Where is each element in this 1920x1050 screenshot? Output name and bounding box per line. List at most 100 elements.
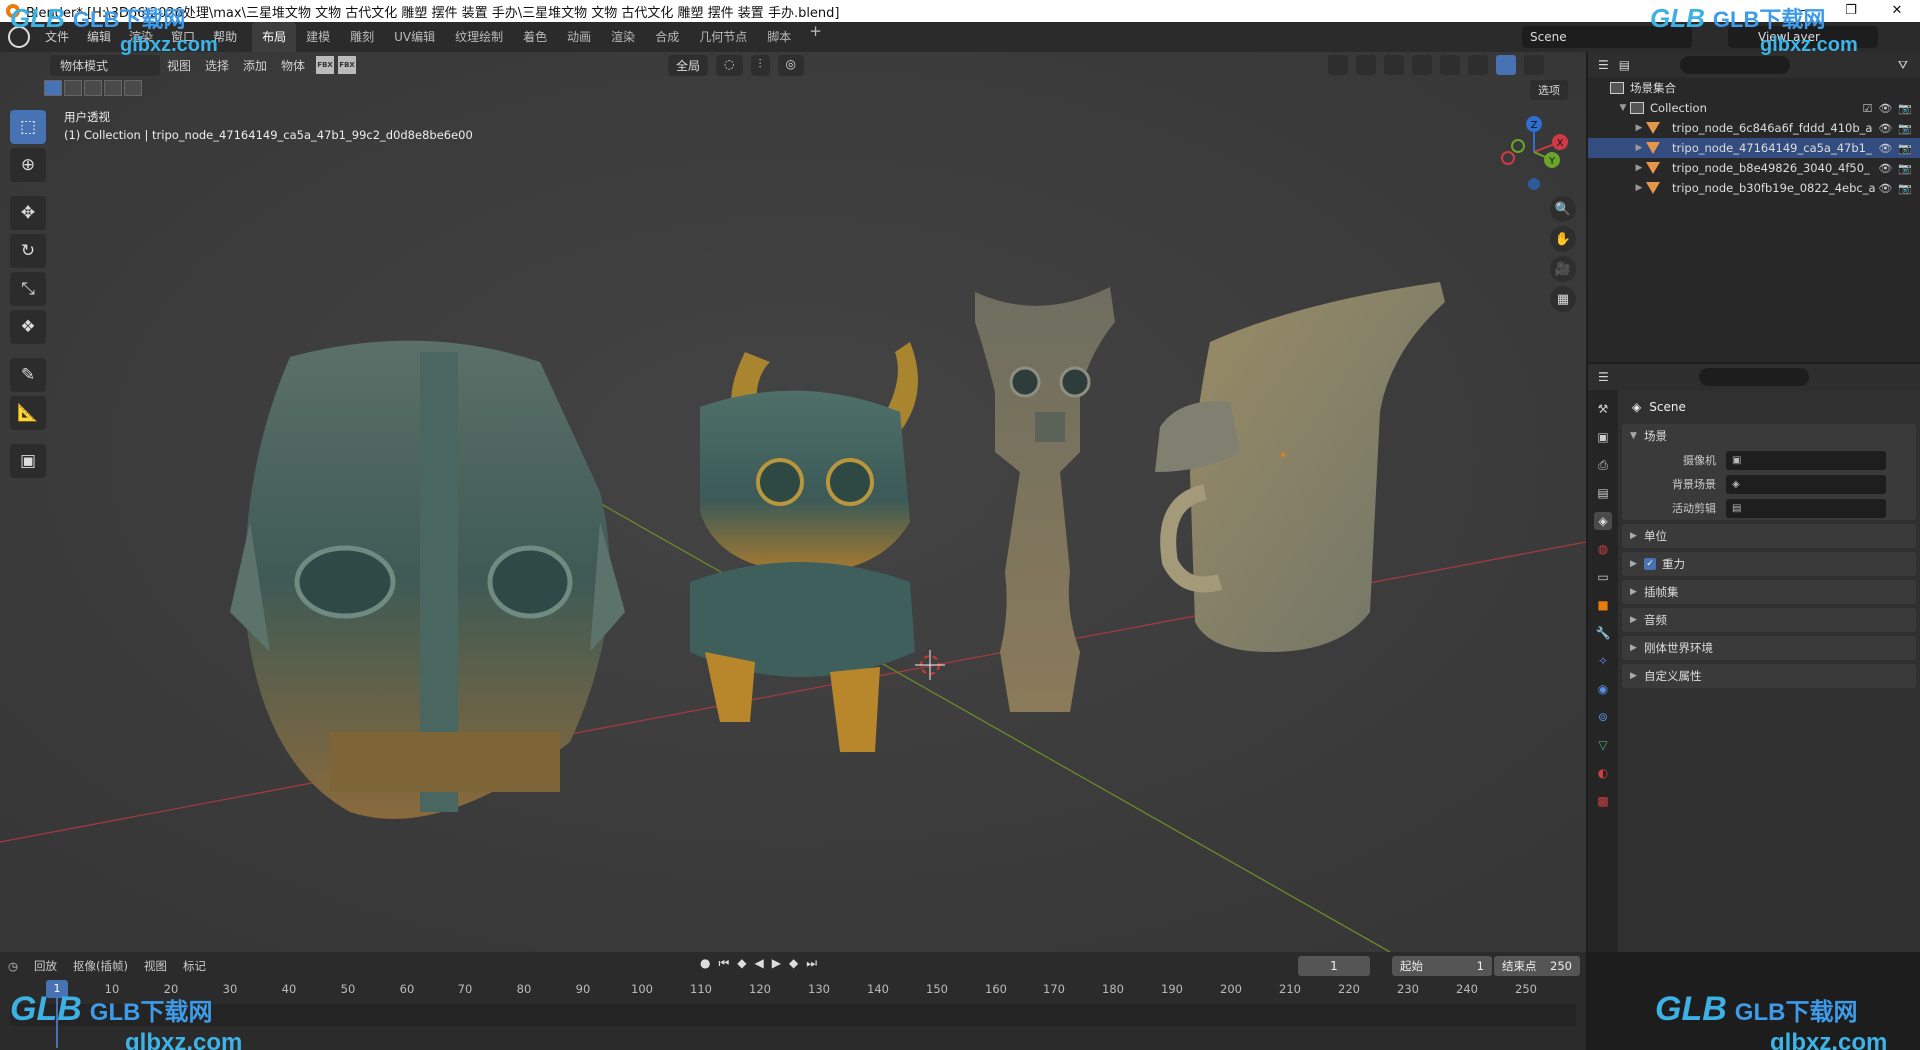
jump-start-icon[interactable]: ⏮ xyxy=(718,956,729,971)
gravity-panel[interactable]: ▶ ✓ 重力 xyxy=(1622,552,1916,576)
expand-arrow-icon[interactable]: ▼ xyxy=(1616,103,1630,113)
tab-scripting[interactable]: 脚本 xyxy=(757,22,801,52)
camera-icon[interactable]: 📷 xyxy=(1898,162,1912,175)
filter-icon[interactable]: ⛛ xyxy=(1898,58,1908,73)
transform-orientation-dropdown[interactable]: 全局 xyxy=(668,55,709,76)
navigation-gizmo[interactable]: Z X Y xyxy=(1494,112,1574,192)
tab-uv-editing[interactable]: UV编辑 xyxy=(384,22,445,52)
wireframe-shading-icon[interactable] xyxy=(1440,55,1460,75)
render-tab-icon[interactable]: ▣ xyxy=(1594,428,1612,446)
tab-sculpting[interactable]: 雕刻 xyxy=(340,22,384,52)
tab-compositing[interactable]: 合成 xyxy=(645,22,689,52)
active-clip-field[interactable]: ▤ xyxy=(1726,498,1886,518)
gizmo-neg-y-icon[interactable] xyxy=(1511,139,1525,153)
move-tool-icon[interactable]: ✥ xyxy=(10,196,46,230)
minimize-button[interactable]: — xyxy=(1782,0,1828,22)
measure-tool-icon[interactable]: 📐 xyxy=(10,396,46,430)
ortho-grid-icon[interactable]: ▦ xyxy=(1550,286,1576,312)
eye-icon[interactable]: 👁 xyxy=(1878,122,1892,135)
keying-sets-panel[interactable]: ▶ 插帧集 xyxy=(1622,580,1916,604)
zoom-icon[interactable]: 🔍 xyxy=(1550,196,1576,222)
tab-rendering[interactable]: 渲染 xyxy=(601,22,645,52)
outliner-object-row[interactable]: ▶ tripo_node_b8e49826_3040_4f50_ 👁 📷 xyxy=(1588,158,1920,178)
current-frame-field[interactable]: 1 xyxy=(1298,956,1370,976)
menu-file[interactable]: 文件 xyxy=(36,22,78,52)
cursor-tool-icon[interactable]: ⊕ xyxy=(10,148,46,182)
object-tab-icon[interactable]: ■ xyxy=(1594,596,1612,614)
camera-icon[interactable]: 📷 xyxy=(1898,142,1912,155)
editor-type-icon[interactable]: ☰ xyxy=(1598,370,1609,384)
modifier-tab-icon[interactable]: 🔧 xyxy=(1594,624,1612,642)
add-workspace-button[interactable]: + xyxy=(801,22,830,52)
end-frame-field[interactable]: 结束点 250 xyxy=(1494,956,1580,976)
physics-tab-icon[interactable]: ◉ xyxy=(1594,680,1612,698)
eye-icon[interactable]: 👁 xyxy=(1878,182,1892,195)
fbx-export-icon[interactable]: FBX xyxy=(338,56,357,74)
scale-tool-icon[interactable]: ⤡ xyxy=(10,272,46,306)
expand-arrow-icon[interactable]: ▶ xyxy=(1632,123,1646,133)
outliner-root-row[interactable]: 场景集合 xyxy=(1588,78,1920,98)
scene-panel-header[interactable]: ▼ 场景 xyxy=(1622,424,1916,448)
menu-select[interactable]: 选择 xyxy=(198,57,236,74)
custom-properties-panel[interactable]: ▶ 自定义属性 xyxy=(1622,664,1916,688)
select-invert-icon[interactable] xyxy=(104,80,122,96)
tool-tab-icon[interactable]: ⚒ xyxy=(1594,400,1612,418)
gizmo-toggle-icon[interactable] xyxy=(1356,55,1376,75)
play-reverse-icon[interactable]: ◀ xyxy=(755,956,764,971)
options-dropdown[interactable]: 选项 xyxy=(1530,80,1568,100)
rigid-body-world-panel[interactable]: ▶ 刚体世界环境 xyxy=(1622,636,1916,660)
eye-icon[interactable]: 👁 xyxy=(1878,142,1892,155)
menu-render[interactable]: 渲染 xyxy=(120,22,162,52)
checkbox-icon[interactable]: ☑ xyxy=(1862,102,1872,115)
3d-viewport[interactable]: 物体模式 视图 选择 添加 物体 FBX FBX 全局 ◌ ⫶ ◎ 选项 ⬚ ⊕… xyxy=(0,52,1586,952)
snap-icon[interactable]: ⫶ xyxy=(750,55,770,76)
camera-icon[interactable]: 📷 xyxy=(1898,102,1912,115)
material-shading-icon[interactable] xyxy=(1496,55,1516,75)
outliner-object-row-active[interactable]: ▶ tripo_node_47164149_ca5a_47b1_ 👁 📷 xyxy=(1588,138,1920,158)
timeline-ruler[interactable]: 10 20 30 40 50 60 70 80 90 100 110 120 1… xyxy=(0,982,1586,1002)
blender-menu-icon[interactable] xyxy=(8,26,30,48)
eye-icon[interactable]: 👁 xyxy=(1878,102,1892,115)
tab-texture-paint[interactable]: 纹理绘制 xyxy=(445,22,513,52)
playhead[interactable]: 1 xyxy=(46,980,68,998)
outliner-search-input[interactable] xyxy=(1680,56,1791,74)
add-cube-tool-icon[interactable]: ▣ xyxy=(10,444,46,478)
outliner-collection-row[interactable]: ▼ Collection ☑ 👁 📷 xyxy=(1588,98,1920,118)
timeline-editor-icon[interactable]: ◷ xyxy=(0,959,26,973)
menu-view[interactable]: 视图 xyxy=(160,57,198,74)
proportional-edit-icon[interactable]: ◎ xyxy=(777,55,804,76)
select-new-icon[interactable] xyxy=(44,80,62,96)
prev-keyframe-icon[interactable]: ◆ xyxy=(737,956,746,971)
menu-object[interactable]: 物体 xyxy=(274,57,312,74)
annotate-tool-icon[interactable]: ✎ xyxy=(10,358,46,392)
timeline-track[interactable] xyxy=(10,1004,1576,1026)
display-mode-icon[interactable]: ▤ xyxy=(1619,58,1630,72)
jump-end-icon[interactable]: ⏭ xyxy=(806,956,817,971)
expand-arrow-icon[interactable]: ▶ xyxy=(1632,143,1646,153)
tab-modeling[interactable]: 建模 xyxy=(296,22,340,52)
select-subtract-icon[interactable] xyxy=(84,80,102,96)
rendered-shading-icon[interactable] xyxy=(1524,55,1544,75)
editor-type-icon[interactable]: ☰ xyxy=(1598,58,1609,72)
solid-shading-icon[interactable] xyxy=(1468,55,1488,75)
tab-layout[interactable]: 布局 xyxy=(252,22,297,52)
tab-geometry-nodes[interactable]: 几何节点 xyxy=(689,22,757,52)
expand-arrow-icon[interactable]: ▶ xyxy=(1632,163,1646,173)
camera-field[interactable]: ▣ xyxy=(1726,450,1886,470)
menu-window[interactable]: 窗口 xyxy=(162,22,204,52)
menu-marker[interactable]: 标记 xyxy=(175,958,214,974)
collection-tab-icon[interactable]: ▭ xyxy=(1594,568,1612,586)
data-tab-icon[interactable]: ▽ xyxy=(1594,736,1612,754)
view-layer-selector[interactable]: ViewLayer xyxy=(1728,26,1878,48)
background-scene-field[interactable]: ◈ xyxy=(1726,474,1886,494)
texture-tab-icon[interactable]: ▩ xyxy=(1594,792,1612,810)
constraints-tab-icon[interactable]: ⊚ xyxy=(1594,708,1612,726)
transform-tool-icon[interactable]: ❖ xyxy=(10,310,46,344)
properties-search-input[interactable] xyxy=(1698,368,1809,386)
expand-arrow-icon[interactable]: ▶ xyxy=(1632,183,1646,193)
camera-icon[interactable]: 📷 xyxy=(1898,182,1912,195)
particles-tab-icon[interactable]: ✧ xyxy=(1594,652,1612,670)
units-panel[interactable]: ▶ 单位 xyxy=(1622,524,1916,548)
scene-selector[interactable]: Scene xyxy=(1522,26,1692,48)
object-mode-dropdown[interactable]: 物体模式 xyxy=(50,54,160,76)
